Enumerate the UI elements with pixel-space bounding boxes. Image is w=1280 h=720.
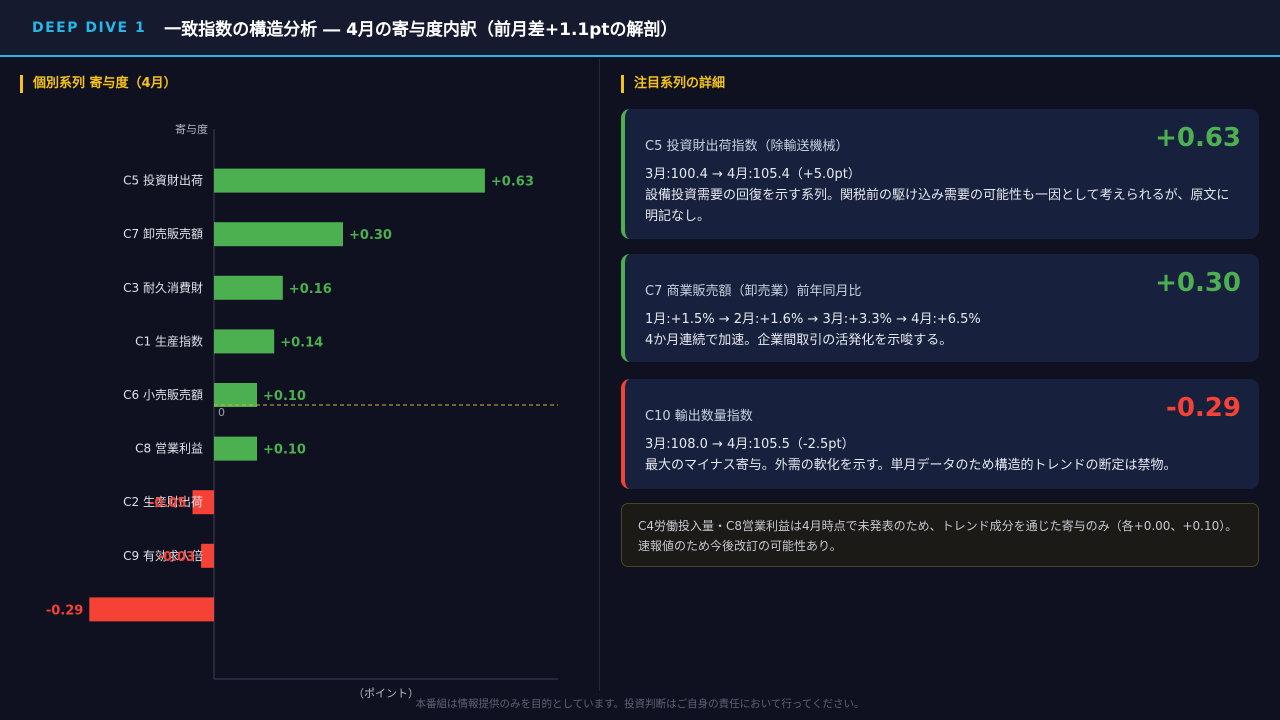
contribution-bar-chart: 寄与度（ポイント）C5 投資財出荷 +0.63C7 卸売販売額 +0.30C3 耐久…: [46, 122, 558, 700]
card-contribution-value: +0.63: [1155, 123, 1241, 153]
bar: [214, 275, 283, 300]
y-axis-title: 寄与度: [175, 122, 208, 136]
bar: [214, 168, 485, 193]
page-title: 一致指数の構造分析 ― 4月の寄与度内訳（前月差+1.1ptの解剖）: [164, 20, 678, 40]
card-comment: 4か月連続で加速。企業間取引の活発化を示唆する。: [645, 333, 953, 348]
data-label: -0.29: [46, 603, 83, 618]
card-comment: 設備投資需要の回復を示す系列。関税前の駆け込み需要の可能性も一因として考えられる…: [645, 188, 1230, 224]
data-label: -0.03: [158, 550, 195, 565]
category-label: C3 耐久消費財: [123, 280, 203, 295]
card-series-name: C7 商業販売額（卸売業）前年同月比: [645, 284, 862, 299]
detail-card-c5: C5 投資財出荷指数（除輸送機械） +0.63 3月:100.4 → 4月:10…: [621, 109, 1259, 239]
chart-section-title: 個別系列 寄与度（4月）: [20, 75, 177, 93]
footnote-box: C4労働投入量・C8営業利益は4月時点で未発表のため、トレンド成分を通じた寄与の…: [621, 503, 1259, 567]
card-contribution-value: +0.30: [1155, 268, 1241, 298]
category-label: C8 営業利益: [135, 442, 203, 456]
category-label: C5 投資財出荷: [123, 173, 203, 188]
card-series-name: C10 輸出数量指数: [645, 409, 753, 424]
deep-dive-badge: DEEP DIVE 1: [32, 19, 147, 36]
detail-card-c10: C10 輸出数量指数 -0.29 3月:108.0 → 4月:105.5（-2.…: [621, 379, 1259, 489]
disclaimer: 本番組は情報提供のみを目的としています。投資判断はご自身の責任において行ってくだ…: [415, 698, 865, 710]
card-values-line: 3月:100.4 → 4月:105.4（+5.0pt）: [645, 167, 861, 182]
bar: [89, 597, 214, 622]
card-comment: 最大のマイナス寄与。外需の軟化を示す。単月データのため構造的トレンドの断定は禁物…: [645, 458, 1177, 473]
card-values-line: 3月:108.0 → 4月:105.5（-2.5pt）: [645, 437, 855, 452]
data-label: -0.05: [149, 496, 186, 511]
data-label: +0.14: [280, 335, 323, 350]
bar: [214, 383, 257, 407]
bar: [214, 329, 275, 354]
card-values-line: 1月:+1.5% → 2月:+1.6% → 3月:+3.3% → 4月:+6.5…: [645, 312, 981, 327]
category-label: C6 小売販売額: [123, 387, 203, 402]
detail-section-title: 注目系列の詳細: [621, 75, 725, 93]
category-label: C7 卸売販売額: [123, 226, 203, 241]
bar: [214, 222, 343, 247]
detail-card-c7: C7 商業販売額（卸売業）前年同月比 +0.30 1月:+1.5% → 2月:+…: [621, 254, 1259, 362]
header-bar: DEEP DIVE 1 一致指数の構造分析 ― 4月の寄与度内訳（前月差+1.1…: [0, 0, 1280, 57]
contribution-chart-panel: 個別系列 寄与度（4月） 寄与度 （ポイント） C5 投資財出荷 +0.63 C7 卸売…: [0, 59, 600, 700]
card-contribution-value: -0.29: [1166, 393, 1241, 423]
detail-panel: 注目系列の詳細 C5 投資財出荷指数（除輸送機械） +0.63 3月:100.4…: [601, 59, 1280, 691]
data-label: +0.16: [289, 282, 332, 297]
card-series-name: C5 投資財出荷指数（除輸送機械）: [645, 139, 849, 154]
data-label: +0.10: [263, 389, 306, 404]
zero-tick-label: 0: [218, 406, 225, 419]
bar: [214, 436, 257, 461]
data-label: +0.10: [263, 443, 306, 458]
bar: [201, 543, 214, 568]
category-label: C1 生産指数: [135, 333, 203, 348]
data-label: +0.63: [491, 175, 534, 190]
data-label: +0.30: [349, 228, 392, 243]
